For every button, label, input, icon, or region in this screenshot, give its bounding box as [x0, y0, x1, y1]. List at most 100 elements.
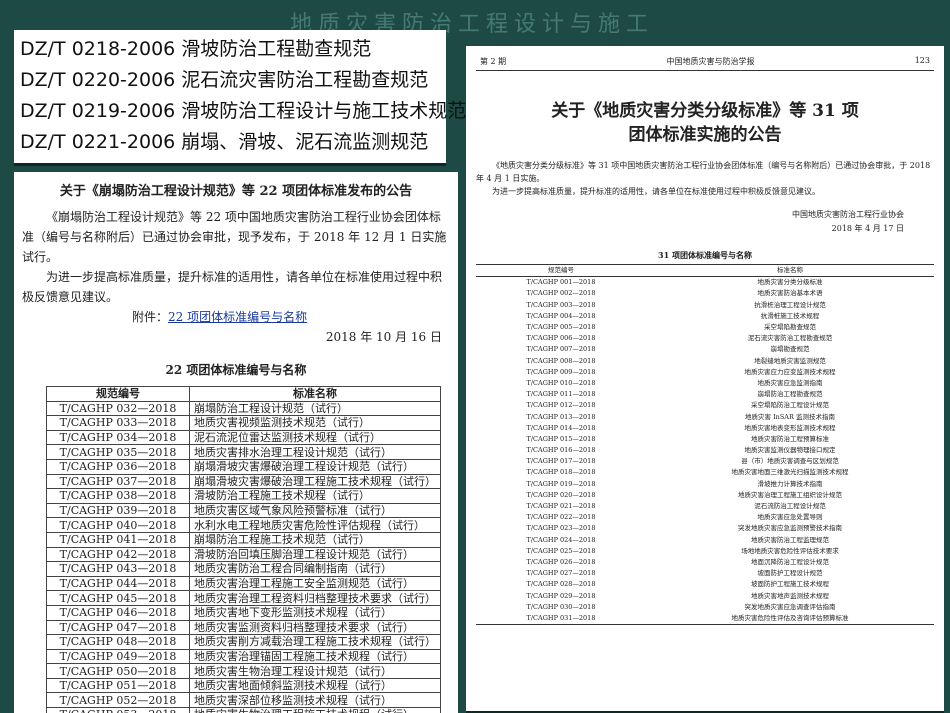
- standard-name-cell: 坡面防护工程施工技术规程: [751, 580, 829, 589]
- standard-name-cell: 地面沉降防治工程设计规范: [751, 557, 829, 566]
- right-table-title: 31 项团体标准编号与名称: [658, 250, 752, 260]
- standard-code-cell: T/CAGHP 046—2018: [46, 604, 190, 621]
- standard-code-cell: T/CAGHP 018—2018: [526, 468, 596, 477]
- standard-name-cell: 崩塌防治工程勘查规范: [757, 390, 823, 399]
- standard-name-cell: 地质灾害防治基本术语: [757, 289, 823, 298]
- standard-name-cell: 地质灾害削方减载治理工程施工技术规程（试行）: [189, 634, 441, 650]
- table-row: T/CAGHP 036—2018 崩塌滑坡灾害爆破治理工程设计规范（试行）: [46, 458, 441, 475]
- page-number: 123: [914, 56, 930, 65]
- table-row: T/CAGHP 028—2018 坡面防护工程施工技术规程: [476, 579, 934, 590]
- table-row: T/CAGHP 018—2018 地质灾害地面三维激光扫描监测技术规程: [476, 467, 934, 478]
- standard-code-cell: T/CAGHP 044—2018: [46, 575, 190, 592]
- standard-code-cell: T/CAGHP 052—2018: [46, 692, 190, 709]
- table-row: T/CAGHP 034—2018 泥石流泥位雷达监测技术规程（试行）: [46, 429, 441, 446]
- table-row: T/CAGHP 051—2018 地质灾害地面倾斜监测技术规程（试行）: [46, 677, 441, 694]
- standard-name-cell: 泥石流防治工程设计规范: [754, 502, 826, 511]
- standard-name-cell: 崩塌滑坡灾害爆破治理工程施工技术规程（试行）: [189, 473, 441, 490]
- standard-name-cell: 地质灾害地面三维激光扫描监测技术规程: [731, 468, 849, 477]
- table-row: T/CAGHP 011—2018 崩塌防治工程勘查规范: [476, 389, 934, 400]
- standard-code-cell: T/CAGHP 016—2018: [526, 446, 596, 455]
- standard-code-cell: T/CAGHP 050—2018: [46, 663, 190, 679]
- standard-name-cell: 地质灾害防治工程合同编制指南（试行）: [189, 561, 441, 577]
- standard-name-cell: 坡面防护工程设计规范: [757, 569, 823, 578]
- standard-line: DZ/T 0218-2006 滑坡防治工程勘查规范: [20, 38, 372, 60]
- standard-code-cell: T/CAGHP 011—2018: [526, 390, 596, 399]
- standard-code-cell: T/CAGHP 019—2018: [526, 479, 596, 488]
- standard-code-cell: T/CAGHP 025—2018: [526, 546, 596, 555]
- standard-name-cell: 崩塌防治工程施工技术规范（试行）: [189, 531, 441, 548]
- standard-name-cell: 采空塌陷勘查规范: [764, 323, 816, 332]
- standard-name-cell: 崩塌勘查规范: [770, 345, 810, 354]
- left-standards-table: 规范编号 标准名称 T/CAGHP 032—2018 崩塌防治工程设计规范（试行）…: [46, 386, 441, 713]
- column-header-name: 标准名称: [189, 386, 441, 402]
- standard-code-cell: T/CAGHP 005—2018: [526, 323, 596, 332]
- column-header-code: 规范编号: [46, 386, 190, 402]
- standard-code-cell: T/CAGHP 049—2018: [46, 648, 190, 665]
- attachment-prefix: 附件：: [132, 310, 169, 324]
- standard-name-cell: 滑坡防治工程施工技术规程（试行）: [189, 488, 441, 504]
- standard-name-cell: 场地地质灾害危险性评估技术要求: [741, 546, 839, 555]
- left-doc-paragraph: 《崩塌防治工程设计规范》等 22 项中国地质灾害防治工程行业协会团体标准（编号与…: [22, 210, 447, 264]
- right-doc-paragraph: 为进一步提高标准质量，提升标准的适用性，请各单位在标准使用过程中积极反馈意见建议…: [492, 187, 820, 196]
- standard-code-cell: T/CAGHP 003—2018: [526, 300, 596, 309]
- table-row: T/CAGHP 016—2018 地质灾害监测仪器物理接口规定: [476, 445, 934, 456]
- table-row: T/CAGHP 043—2018 地质灾害防治工程合同编制指南（试行）: [46, 561, 441, 577]
- standard-code-cell: T/CAGHP 010—2018: [526, 378, 596, 387]
- standard-code-cell: T/CAGHP 004—2018: [526, 311, 596, 320]
- standard-name-cell: 滑坡推力计算技术指南: [757, 479, 823, 488]
- table-row: T/CAGHP 026—2018 地面沉降防治工程设计规范: [476, 557, 934, 568]
- standard-code-cell: T/CAGHP 009—2018: [526, 367, 596, 376]
- standard-name-cell: 地质灾害视频监测技术规范（试行）: [189, 415, 441, 431]
- table-row: T/CAGHP 031—2018 地质灾害危险性评估及咨询评估预算标准: [476, 612, 934, 625]
- standard-code-cell: T/CAGHP 002—2018: [526, 289, 596, 298]
- standard-line: DZ/T 0219-2006 滑坡防治工程设计与施工技术规范: [20, 100, 467, 122]
- standard-code-cell: T/CAGHP 029—2018: [526, 591, 596, 600]
- standard-code-cell: T/CAGHP 021—2018: [526, 502, 596, 511]
- standard-code-cell: T/CAGHP 033—2018: [46, 415, 190, 431]
- table-header-row: 规范编号 标准名称: [476, 263, 934, 278]
- right-doc-paragraph: 《地质灾害分类分级标准》等 31 项中国地质灾害防治工程行业协会团体标准（编号与…: [476, 161, 931, 183]
- standard-name-cell: 地裂缝地质灾害监测规范: [754, 356, 826, 365]
- table-row: T/CAGHP 041—2018 崩塌防治工程施工技术规范（试行）: [46, 531, 441, 548]
- standard-code-cell: T/CAGHP 037—2018: [46, 473, 190, 490]
- table-row: T/CAGHP 024—2018 地质灾害防治工程监理规范: [476, 535, 934, 546]
- table-row: T/CAGHP 040—2018 水利水电工程地质灾害危险性评估规程（试行）: [46, 517, 441, 533]
- left-announcement-document: 关于《崩塌防治工程设计规范》等 22 项团体标准发布的公告 《崩塌防治工程设计规…: [14, 172, 458, 713]
- standard-name-cell: 地质灾害应力应变监测技术规程: [744, 367, 836, 376]
- standard-code-cell: T/CAGHP 008—2018: [526, 356, 596, 365]
- table-row: T/CAGHP 044—2018 地质灾害治理工程施工安全监测规范（试行）: [46, 575, 441, 592]
- table-row: T/CAGHP 008—2018 地裂缝地质灾害监测规范: [476, 356, 934, 367]
- right-doc-signature: 中国地质灾害防治工程行业协会 2018 年 4 月 17 日: [476, 208, 904, 236]
- standard-name-cell: 地质灾害治理锚固工程施工技术规程（试行）: [189, 648, 441, 665]
- table-row: T/CAGHP 029—2018 地质灾害地声监测技术规程: [476, 590, 934, 601]
- table-row: T/CAGHP 047—2018 地质灾害监测资料归档整理技术要求（试行）: [46, 619, 441, 636]
- standard-code-cell: T/CAGHP 026—2018: [526, 557, 596, 566]
- standard-code-cell: T/CAGHP 022—2018: [526, 513, 596, 522]
- attachment-link[interactable]: 22 项团体标准编号与名称: [168, 310, 307, 324]
- standard-name-cell: 采空塌陷防治工程设计规范: [751, 401, 829, 410]
- table-row: T/CAGHP 007—2018 崩塌勘查规范: [476, 344, 934, 355]
- standard-name-cell: 突发地质灾害应急调查评估指南: [744, 602, 836, 611]
- table-row: T/CAGHP 032—2018 崩塌防治工程设计规范（试行）: [46, 400, 441, 417]
- standard-code-cell: T/CAGHP 013—2018: [526, 412, 596, 421]
- right-doc-title-line: 团体标准实施的公告: [628, 125, 782, 145]
- standard-code-cell: T/CAGHP 045—2018: [46, 590, 190, 606]
- standard-name-cell: 地质灾害分类分级标准: [757, 278, 823, 287]
- standard-code-cell: T/CAGHP 014—2018: [526, 423, 596, 432]
- standard-code-cell: T/CAGHP 012—2018: [526, 401, 596, 410]
- column-header-name: 标准名称: [646, 263, 934, 278]
- table-row: T/CAGHP 022—2018 地质灾害应急处置导则: [476, 512, 934, 523]
- standard-code-cell: T/CAGHP 027—2018: [526, 569, 596, 578]
- standard-name-cell: 地质灾害排水治理工程设计规范（试行）: [189, 444, 441, 460]
- signing-organization: 中国地质灾害防治工程行业协会: [792, 210, 904, 219]
- standard-code-cell: T/CAGHP 015—2018: [526, 434, 596, 443]
- standard-code-cell: T/CAGHP 032—2018: [46, 400, 190, 417]
- table-row: T/CAGHP 005—2018 采空塌陷勘查规范: [476, 322, 934, 333]
- standard-code-cell: T/CAGHP 007—2018: [526, 345, 596, 354]
- standard-name-cell: 地质灾害深部位移监测技术规程（试行）: [189, 692, 441, 709]
- table-row: T/CAGHP 046—2018 地质灾害地下变形监测技术规程（试行）: [46, 604, 441, 621]
- standard-code-cell: T/CAGHP 035—2018: [46, 444, 190, 460]
- standard-name-cell: 泥石流灾害防治工程勘查规范: [747, 334, 833, 343]
- table-row: T/CAGHP 010—2018 地质灾害应急监测指南: [476, 378, 934, 389]
- standard-code-cell: T/CAGHP 041—2018: [46, 531, 190, 548]
